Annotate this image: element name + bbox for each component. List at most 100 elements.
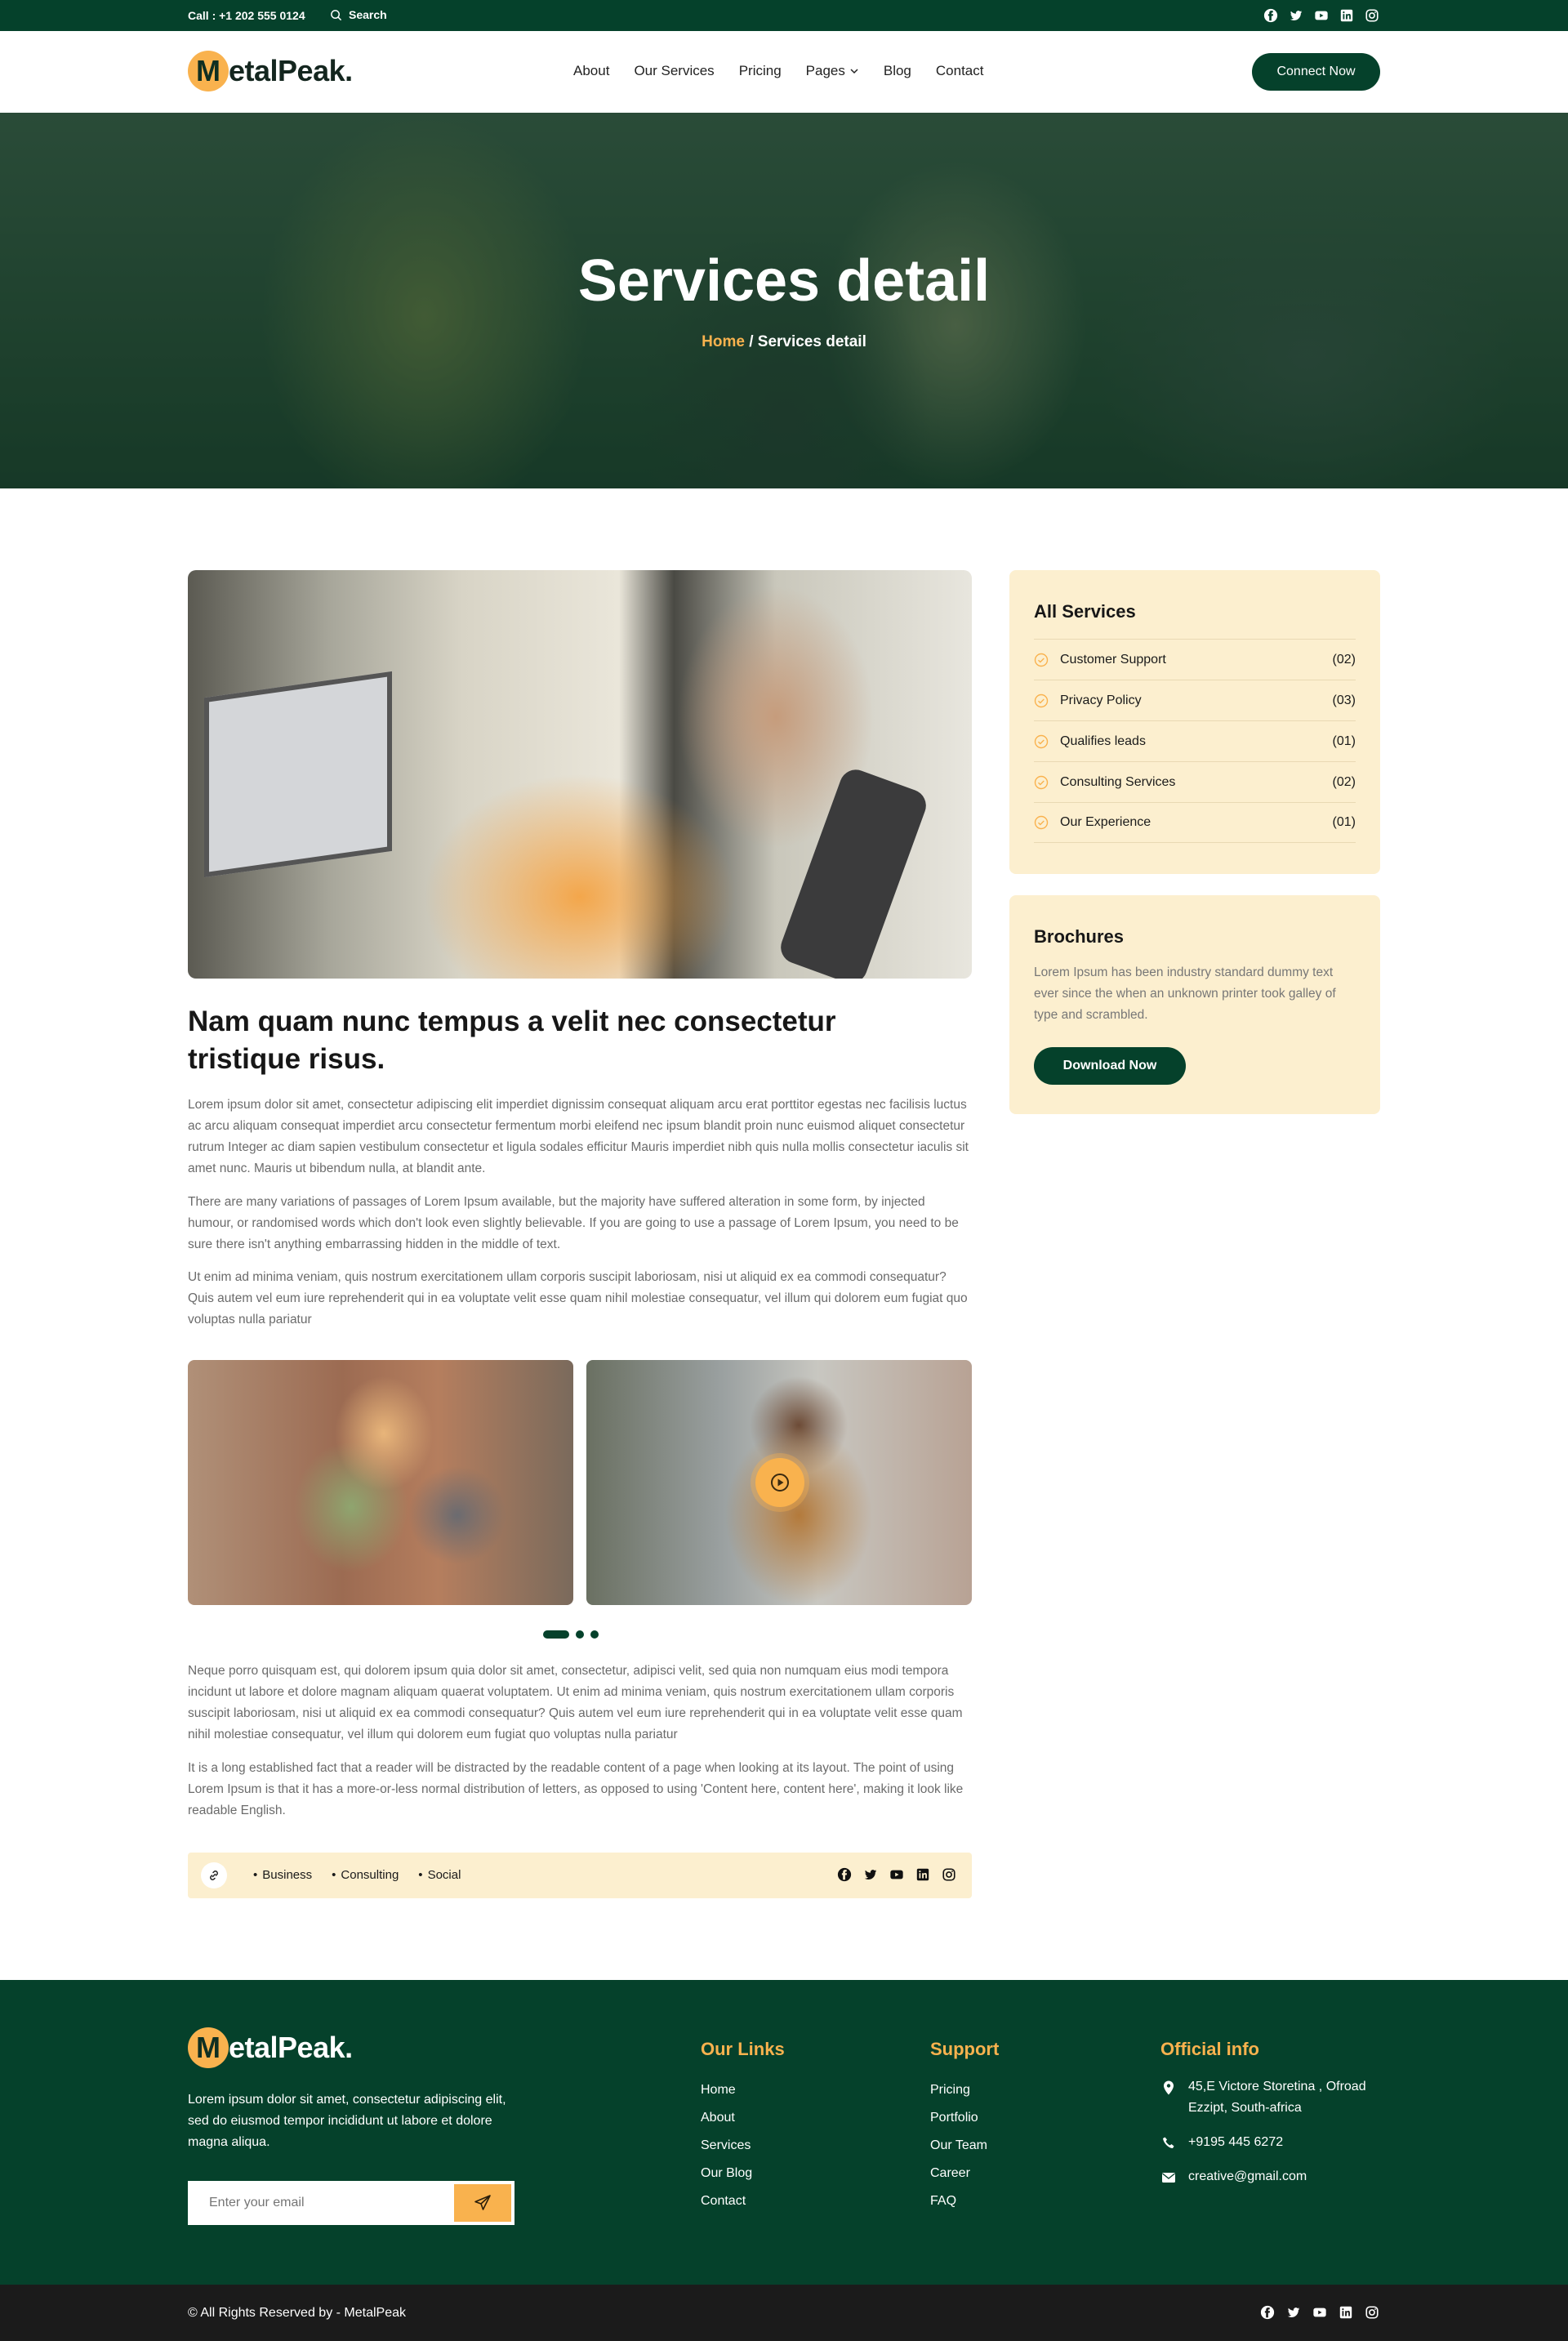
footer-support-title: Support xyxy=(930,2039,1000,2059)
breadcrumb-separator: / xyxy=(744,333,758,350)
services-list: Customer Support (02) Privacy Policy (03… xyxy=(1034,639,1356,843)
footer-email[interactable]: creative@gmail.com xyxy=(1160,2166,1389,2187)
service-item-consulting-services[interactable]: Consulting Services (02) xyxy=(1034,761,1356,802)
pagination-dot-2[interactable] xyxy=(576,1630,584,1639)
search-link[interactable]: Search xyxy=(330,8,387,21)
search-label: Search xyxy=(349,8,387,21)
pagination-dot-1[interactable] xyxy=(543,1630,569,1639)
twitter-icon[interactable] xyxy=(862,1866,879,1883)
service-item-customer-support[interactable]: Customer Support (02) xyxy=(1034,639,1356,680)
footer-link-career[interactable]: Career xyxy=(930,2160,999,2187)
logo-text: etalPeak. xyxy=(229,54,353,87)
footer-link-about[interactable]: About xyxy=(701,2104,785,2132)
chevron-down-icon xyxy=(850,69,858,74)
footer-address: 45,E Victore Storetina , Ofroad Ezzipt, … xyxy=(1160,2076,1389,2119)
youtube-icon[interactable] xyxy=(1313,7,1330,24)
service-count: (03) xyxy=(1332,693,1356,707)
email-input[interactable] xyxy=(189,2183,451,2223)
service-item-our-experience[interactable]: Our Experience (01) xyxy=(1034,802,1356,843)
tag-consulting[interactable]: Consulting xyxy=(332,1868,399,1882)
check-circle-icon xyxy=(1034,775,1049,789)
nav-contact[interactable]: Contact xyxy=(936,63,984,79)
footer-logo[interactable]: M etalPeak. xyxy=(188,2027,353,2068)
linkedin-icon[interactable] xyxy=(1338,2304,1354,2321)
connect-now-button[interactable]: Connect Now xyxy=(1252,53,1380,91)
footer-link-faq[interactable]: FAQ xyxy=(930,2187,999,2215)
breadcrumb: Home / Services detail xyxy=(0,333,1568,351)
service-count: (01) xyxy=(1332,734,1356,748)
link-icon[interactable] xyxy=(201,1862,227,1888)
article-paragraph-4: Neque porro quisquam est, qui dolorem ip… xyxy=(188,1664,963,1741)
logo-mark: M xyxy=(188,2027,229,2068)
footer-phone[interactable]: +9195 445 6272 xyxy=(1160,2132,1389,2153)
gallery-pagination xyxy=(543,1630,599,1639)
send-button[interactable] xyxy=(454,2184,511,2222)
nav-pricing[interactable]: Pricing xyxy=(739,63,782,79)
youtube-icon[interactable] xyxy=(889,1866,905,1883)
twitter-icon[interactable] xyxy=(1285,2304,1302,2321)
service-name: Our Experience xyxy=(1060,815,1152,829)
logo-text: etalPeak. xyxy=(229,2031,353,2064)
pagination-dot-3[interactable] xyxy=(590,1630,599,1639)
image-chair-shape xyxy=(776,765,931,979)
mail-icon xyxy=(1162,2173,1175,2183)
newsletter-form xyxy=(188,2181,514,2225)
bottom-social-links xyxy=(1259,2304,1380,2321)
instagram-icon[interactable] xyxy=(1364,2304,1380,2321)
linkedin-icon[interactable] xyxy=(915,1866,931,1883)
footer-link-portfolio[interactable]: Portfolio xyxy=(930,2104,999,2132)
service-name: Customer Support xyxy=(1060,652,1166,667)
main-nav: About Our Services Pricing Pages Blog Co… xyxy=(573,63,983,79)
service-item-privacy-policy[interactable]: Privacy Policy (03) xyxy=(1034,680,1356,720)
download-now-button[interactable]: Download Now xyxy=(1034,1047,1186,1085)
service-name: Qualifies leads xyxy=(1060,734,1146,748)
instagram-icon[interactable] xyxy=(1364,7,1380,24)
tag-list: Business Consulting Social xyxy=(253,1868,461,1882)
call-number[interactable]: Call : +1 202 555 0124 xyxy=(188,9,305,22)
copyright-text: © All Rights Reserved by - MetalPeak xyxy=(188,2306,407,2320)
check-circle-icon xyxy=(1034,734,1049,748)
linkedin-icon[interactable] xyxy=(1339,7,1355,24)
gallery-image-team xyxy=(188,1360,573,1605)
address-text: 45,E Victore Storetina , Ofroad Ezzipt, … xyxy=(1188,2080,1366,2115)
brochures-title: Brochures xyxy=(1034,926,1125,947)
youtube-icon[interactable] xyxy=(1312,2304,1328,2321)
footer-link-services[interactable]: Services xyxy=(701,2132,785,2160)
nav-pages[interactable]: Pages xyxy=(806,63,859,79)
footer-link-contact[interactable]: Contact xyxy=(701,2187,785,2215)
facebook-icon[interactable] xyxy=(1263,7,1279,24)
service-count: (01) xyxy=(1332,815,1356,829)
page-title: Services detail xyxy=(577,248,991,314)
search-icon xyxy=(331,9,342,20)
service-name: Privacy Policy xyxy=(1060,693,1142,707)
service-count: (02) xyxy=(1332,652,1356,667)
play-button[interactable] xyxy=(755,1458,804,1507)
instagram-icon[interactable] xyxy=(941,1866,957,1883)
tag-business[interactable]: Business xyxy=(253,1868,312,1882)
top-social-links xyxy=(1263,7,1380,24)
play-icon xyxy=(771,1474,789,1492)
article-title: Nam quam nunc tempus a velit nec consect… xyxy=(188,1006,836,1075)
footer-support-column: Support Pricing Portfolio Our Team Caree… xyxy=(930,2039,999,2215)
breadcrumb-current: Services detail xyxy=(757,333,866,350)
footer-link-home[interactable]: Home xyxy=(701,2076,785,2104)
gallery-video-thumbnail[interactable] xyxy=(586,1360,972,1605)
footer-link-our-team[interactable]: Our Team xyxy=(930,2132,999,2160)
location-icon xyxy=(1164,2080,1174,2095)
nav-about[interactable]: About xyxy=(573,63,609,79)
facebook-icon[interactable] xyxy=(1259,2304,1276,2321)
tag-social[interactable]: Social xyxy=(418,1868,461,1882)
phone-text: +9195 445 6272 xyxy=(1188,2135,1284,2149)
footer-link-our-blog[interactable]: Our Blog xyxy=(701,2160,785,2187)
service-name: Consulting Services xyxy=(1060,774,1176,789)
email-text: creative@gmail.com xyxy=(1188,2169,1307,2183)
twitter-icon[interactable] xyxy=(1288,7,1304,24)
nav-blog[interactable]: Blog xyxy=(884,63,911,79)
breadcrumb-home[interactable]: Home xyxy=(702,333,745,350)
service-item-qualifies-leads[interactable]: Qualifies leads (01) xyxy=(1034,720,1356,761)
facebook-icon[interactable] xyxy=(836,1866,853,1883)
brand-logo[interactable]: M etalPeak. xyxy=(188,51,353,91)
footer-link-pricing[interactable]: Pricing xyxy=(930,2076,999,2104)
nav-our-services[interactable]: Our Services xyxy=(634,63,714,79)
tags-share-bar: Business Consulting Social xyxy=(188,1853,972,1898)
